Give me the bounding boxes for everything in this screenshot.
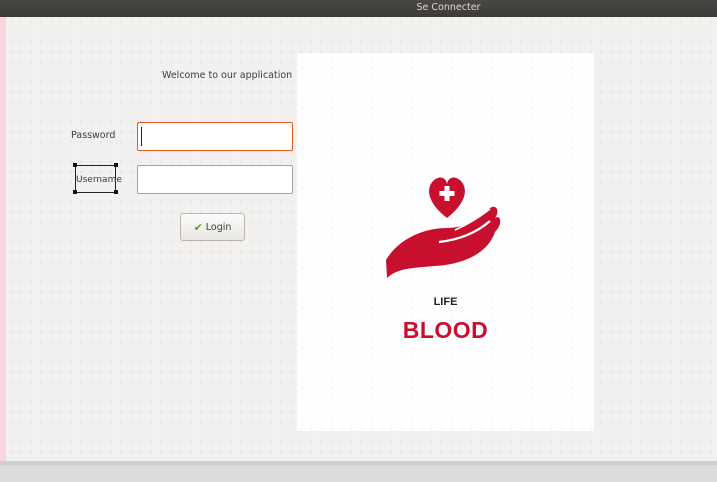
checkmark-icon: ✔ [193, 220, 203, 234]
cross-horizontal [439, 191, 455, 196]
selection-handle[interactable] [114, 190, 118, 194]
username-label[interactable]: Username [75, 165, 122, 193]
window-title: Se Connecter [416, 2, 481, 13]
logo-panel: LIFE BLOOD [297, 53, 594, 431]
logo-text-life: LIFE [433, 296, 458, 308]
login-button[interactable]: ✔ Login [180, 213, 245, 241]
welcome-text: Welcome to our application [162, 70, 293, 81]
logo-text-blood: BLOOD [402, 317, 489, 343]
bottom-bar [0, 461, 717, 482]
selection-handle[interactable] [73, 190, 77, 194]
password-label: Password [71, 130, 116, 141]
selection-handle[interactable] [73, 163, 77, 167]
heart-hand-icon [386, 177, 501, 278]
window-titlebar[interactable]: Se Connecter [0, 0, 717, 17]
password-field[interactable] [137, 122, 293, 151]
text-caret [141, 127, 142, 146]
username-field[interactable] [137, 165, 293, 194]
login-button-label: Login [205, 221, 232, 233]
selection-handle[interactable] [114, 163, 118, 167]
